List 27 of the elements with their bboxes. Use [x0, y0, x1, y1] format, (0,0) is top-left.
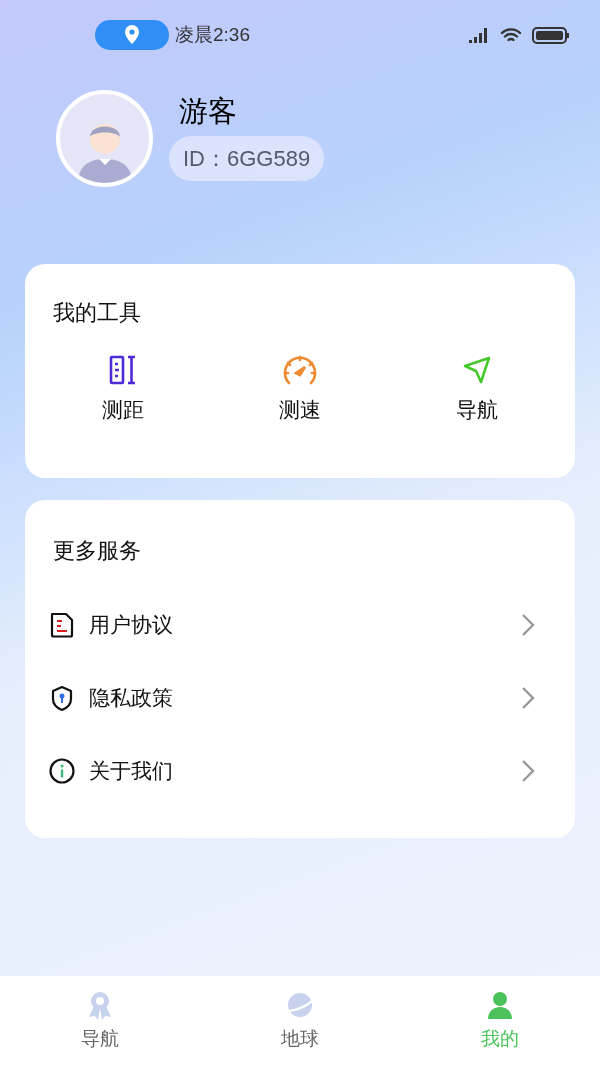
service-label: 关于我们: [89, 757, 173, 784]
chevron-right-icon: [521, 758, 535, 783]
status-time: 凌晨2:36: [175, 22, 250, 47]
user-id: ID：6GG589: [169, 135, 325, 181]
tool-button[interactable]: 测距: [35, 352, 212, 426]
shield-icon: [49, 683, 75, 712]
chevron-right-icon: [521, 612, 535, 637]
info-icon: [48, 756, 76, 785]
tool-button[interactable]: 测速: [211, 352, 389, 426]
user-name: 游客: [179, 96, 237, 126]
service-label: 隐私政策: [89, 684, 173, 711]
service-row[interactable]: 用户协议: [25, 588, 575, 661]
tool-button[interactable]: 导航: [388, 352, 565, 426]
speedometer-icon: [281, 353, 319, 387]
signal-icon: [468, 27, 490, 43]
tab[interactable]: 导航: [0, 976, 200, 1066]
service-row[interactable]: 隐私政策: [25, 661, 575, 734]
services-title: 更多服务: [52, 540, 142, 562]
tools-title: 我的工具: [53, 302, 142, 324]
battery-icon: [532, 26, 570, 44]
service-row[interactable]: 关于我们: [25, 734, 575, 807]
wifi-icon: [500, 26, 522, 44]
location-pin-icon: [124, 25, 140, 45]
tab[interactable]: 地球: [200, 976, 400, 1066]
document-icon: [48, 610, 76, 639]
chevron-right-icon: [521, 685, 535, 710]
service-label: 用户协议: [89, 611, 173, 638]
